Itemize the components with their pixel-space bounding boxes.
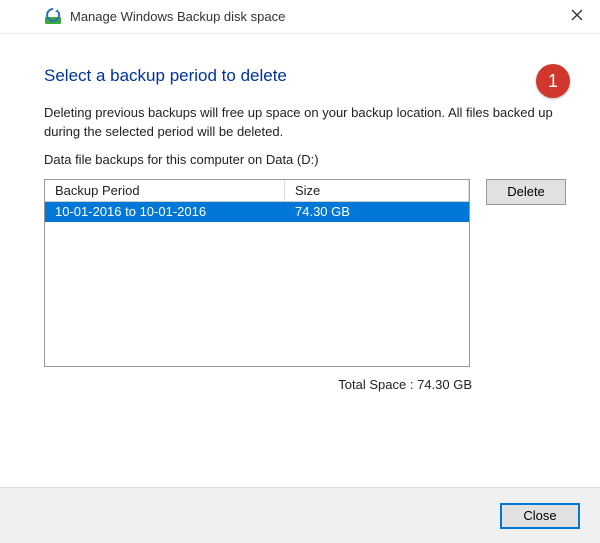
window-close-button[interactable] bbox=[554, 0, 600, 30]
titlebar: Manage Windows Backup disk space bbox=[0, 0, 600, 34]
delete-button[interactable]: Delete bbox=[486, 179, 566, 205]
backup-period-listview[interactable]: Backup Period Size 10-01-2016 to 10-01-2… bbox=[44, 179, 470, 367]
cell-period: 10-01-2016 to 10-01-2016 bbox=[45, 204, 285, 219]
backup-restore-icon bbox=[44, 8, 62, 26]
description-text: Deleting previous backups will free up s… bbox=[44, 104, 566, 142]
dialog-footer: Close bbox=[0, 487, 600, 543]
close-icon bbox=[571, 9, 583, 21]
subhead-text: Data file backups for this computer on D… bbox=[44, 152, 566, 167]
annotation-badge-1: 1 bbox=[536, 64, 570, 98]
cell-size: 74.30 GB bbox=[285, 204, 469, 219]
window-title: Manage Windows Backup disk space bbox=[70, 9, 285, 24]
column-header-period[interactable]: Backup Period bbox=[45, 180, 285, 201]
page-heading: Select a backup period to delete bbox=[44, 66, 566, 86]
total-space-label: Total Space : 74.30 GB bbox=[44, 367, 474, 392]
listview-header: Backup Period Size bbox=[45, 180, 469, 202]
listview-row[interactable]: 10-01-2016 to 10-01-2016 74.30 GB bbox=[45, 202, 469, 222]
close-button[interactable]: Close bbox=[500, 503, 580, 529]
column-header-size[interactable]: Size bbox=[285, 180, 469, 201]
dialog-content: Select a backup period to delete Deletin… bbox=[0, 34, 600, 487]
